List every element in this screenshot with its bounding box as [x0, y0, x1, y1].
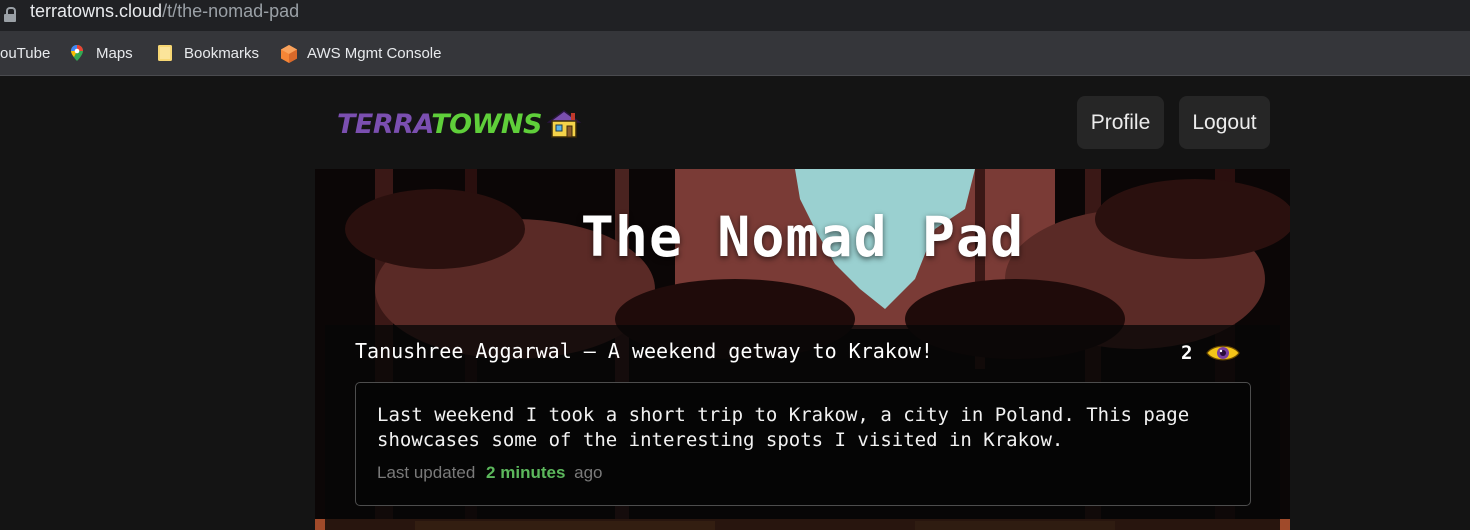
town-title: The Nomad Pad: [580, 205, 1025, 269]
url-text[interactable]: terratowns.cloud/t/the-nomad-pad: [30, 0, 299, 22]
view-count: 2: [1181, 342, 1193, 364]
bookmark-youtube[interactable]: ouTube: [0, 31, 50, 75]
updated-prefix: Last updated: [377, 463, 476, 482]
town-hero: The Nomad Pad Tanushree Aggarwal — A wee…: [315, 169, 1290, 530]
updated-value: 2 minutes: [486, 463, 566, 482]
bookmark-label: ouTube: [0, 44, 51, 62]
logo-terra: TERRA: [337, 108, 432, 140]
lock-icon[interactable]: [4, 7, 16, 22]
url-host: terratowns.cloud: [30, 1, 163, 21]
logo-towns: TOWNS: [431, 108, 542, 140]
aws-cube-icon: [279, 44, 297, 63]
post-description: Last weekend I took a short trip to Krak…: [377, 404, 1190, 451]
bookmark-label: Maps: [96, 44, 133, 62]
bookmark-maps[interactable]: Maps: [68, 31, 133, 75]
last-updated: Last updated 2 minutes ago: [377, 463, 603, 483]
updated-suffix: ago: [574, 463, 603, 482]
bookmark-aws-console[interactable]: AWS Mgmt Console: [279, 31, 441, 75]
page-content: TERRATOWNS Profile Logout The Nomad Pad …: [0, 76, 1470, 530]
post-description-box[interactable]: Last weekend I took a short trip to Krak…: [355, 382, 1251, 506]
folder-icon: [156, 44, 174, 62]
url-path: /t/the-nomad-pad: [162, 1, 300, 21]
bookmark-label: AWS Mgmt Console: [307, 44, 442, 62]
maps-pin-icon: [68, 44, 86, 62]
address-bar[interactable]: terratowns.cloud/t/the-nomad-pad: [0, 0, 1470, 31]
eye-icon: [1206, 342, 1241, 364]
post-title[interactable]: Tanushree Aggarwal — A weekend getway to…: [355, 339, 933, 363]
bookmarks-bar: ouTube Maps Bookmarks AWS Mgmt Console: [0, 31, 1470, 76]
logout-button[interactable]: Logout: [1179, 96, 1270, 149]
bookmark-label: Bookmarks: [184, 44, 260, 62]
house-icon: [546, 109, 582, 139]
profile-button[interactable]: Profile: [1077, 96, 1164, 149]
logo-text: TERRATOWNS: [337, 111, 542, 138]
terratowns-logo[interactable]: TERRATOWNS: [337, 106, 582, 142]
bookmark-bookmarks-folder[interactable]: Bookmarks: [156, 31, 259, 75]
view-counter: 2: [1181, 342, 1241, 364]
